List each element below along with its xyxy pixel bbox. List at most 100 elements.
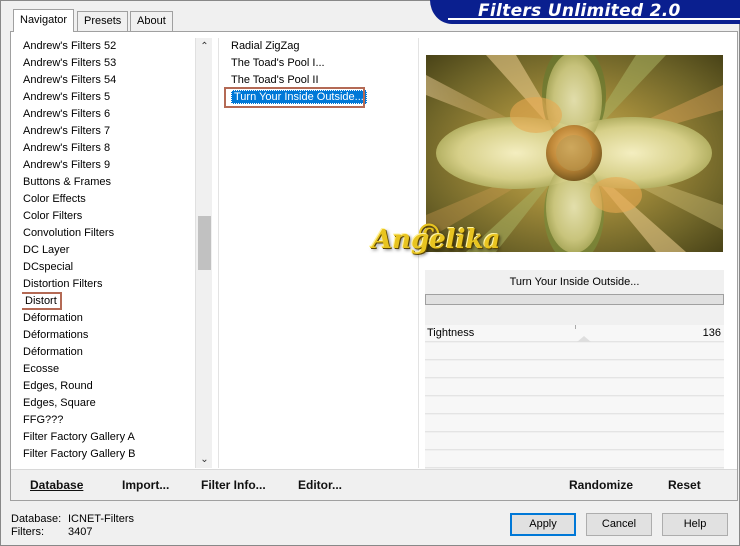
help-button[interactable]: Help — [662, 513, 728, 536]
category-item-label: Andrew's Filters 6 — [23, 108, 111, 120]
category-item[interactable]: Convolution Filters — [22, 225, 197, 242]
parameter-panel: Turn Your Inside Outside... Tightness 13… — [425, 270, 724, 495]
slider-marker-icon[interactable] — [577, 336, 591, 342]
category-item-label: Color Effects — [23, 193, 86, 205]
category-item[interactable]: Andrew's Filters 5 — [22, 89, 197, 106]
category-item[interactable]: Distort — [22, 292, 197, 310]
category-scrollbar[interactable]: ⌃ ⌄ — [195, 38, 212, 468]
category-item[interactable]: DCspecial — [22, 259, 197, 276]
category-item[interactable]: Edges, Square — [22, 395, 197, 412]
filter-item-label: Radial ZigZag — [231, 40, 300, 52]
preview-image — [426, 55, 723, 252]
apply-button[interactable]: Apply — [510, 513, 576, 536]
editor-button[interactable]: Editor... — [298, 478, 342, 492]
category-item[interactable]: Déformations — [22, 327, 197, 344]
parameter-row-empty — [425, 433, 724, 450]
parameter-header-bar — [425, 294, 724, 305]
category-item[interactable]: Andrew's Filters 52 — [22, 38, 197, 55]
parameter-row-empty — [425, 451, 724, 468]
randomize-button[interactable]: Randomize — [569, 478, 633, 492]
category-item-label: Buttons & Frames — [23, 176, 112, 188]
category-item[interactable]: Filter Factory Gallery A — [22, 429, 197, 446]
category-item-label: Andrew's Filters 7 — [23, 125, 111, 137]
category-item[interactable]: Andrew's Filters 6 — [22, 106, 197, 123]
filter-info-button[interactable]: Filter Info... — [201, 478, 266, 492]
category-item-label: Andrew's Filters 52 — [23, 40, 117, 52]
category-item-label: Andrew's Filters 53 — [23, 57, 117, 69]
bottom-toolbar: Database Import... Filter Info... Editor… — [11, 469, 737, 500]
reset-button[interactable]: Reset — [668, 478, 701, 492]
category-item[interactable]: Andrew's Filters 9 — [22, 157, 197, 174]
parameter-row-empty — [425, 379, 724, 396]
parameter-row-empty — [425, 415, 724, 432]
category-item-label: Edges, Round — [23, 380, 93, 392]
category-item-label: FFG??? — [23, 414, 64, 426]
category-item-label: Andrew's Filters 8 — [23, 142, 111, 154]
category-item[interactable]: Andrew's Filters 54 — [22, 72, 197, 89]
category-item-label: Déformation — [23, 346, 83, 358]
category-item[interactable]: Color Filters — [22, 208, 197, 225]
category-item-label: Déformations — [23, 329, 89, 341]
slider-tick — [575, 325, 576, 329]
filter-highlight-frame — [224, 87, 365, 108]
filter-item-label: The Toad's Pool II — [231, 74, 319, 86]
filter-item[interactable]: Radial ZigZag — [228, 38, 418, 55]
category-item[interactable]: Déformation — [22, 344, 197, 361]
parameter-row-empty — [425, 361, 724, 378]
category-item-label: Filter Factory Gallery A — [23, 431, 135, 443]
category-item-label: Distortion Filters — [23, 278, 103, 290]
filter-preview — [426, 55, 723, 252]
category-item[interactable]: Déformation — [22, 310, 197, 327]
filter-item[interactable]: The Toad's Pool I... — [228, 55, 418, 72]
scroll-up-icon[interactable]: ⌃ — [196, 38, 213, 55]
database-label: Database — [30, 478, 84, 492]
parameter-label: Tightness — [427, 327, 475, 339]
status-filters-value: 3407 — [68, 526, 93, 538]
category-item-label: Color Filters — [23, 210, 83, 222]
tab-navigator[interactable]: Navigator — [13, 9, 75, 32]
category-item-label: Andrew's Filters 9 — [23, 159, 111, 171]
category-item-label: Distort — [22, 292, 62, 310]
category-item-label: DCspecial — [23, 261, 74, 273]
scroll-thumb[interactable] — [198, 216, 211, 270]
tab-divider — [10, 31, 738, 32]
scroll-down-icon[interactable]: ⌄ — [196, 451, 213, 468]
import-button[interactable]: Import... — [122, 478, 169, 492]
category-item-label: Andrew's Filters 5 — [23, 91, 111, 103]
status-filters-label: Filters: — [11, 526, 44, 538]
category-item-label: Filter Factory Gallery B — [23, 448, 136, 460]
parameter-row-tightness[interactable]: Tightness 136 — [425, 325, 724, 342]
category-item[interactable]: FFG??? — [22, 412, 197, 429]
category-item[interactable]: Distortion Filters — [22, 276, 197, 293]
tab-presets[interactable]: Presets — [77, 11, 129, 31]
category-item-label: Andrew's Filters 54 — [23, 74, 117, 86]
category-item[interactable]: Andrew's Filters 53 — [22, 55, 197, 72]
category-item[interactable]: Andrew's Filters 8 — [22, 140, 197, 157]
category-item[interactable]: Edges, Round — [22, 378, 197, 395]
category-item[interactable]: DC Layer — [22, 242, 197, 259]
category-item[interactable]: Ecosse — [22, 361, 197, 378]
parameter-row-empty — [425, 343, 724, 360]
status-database-value: ICNET-Filters — [68, 513, 134, 525]
category-item[interactable]: Color Effects — [22, 191, 197, 208]
parameter-filter-name: Turn Your Inside Outside... — [509, 276, 640, 288]
watermark-text: Angelika — [372, 225, 501, 255]
category-item-label: DC Layer — [23, 244, 70, 256]
status-database-label: Database: — [11, 513, 62, 525]
category-item[interactable]: Andrew's Filters 7 — [22, 123, 197, 140]
category-item-label: Edges, Square — [23, 397, 96, 409]
category-item-label: Déformation — [23, 312, 83, 324]
category-item[interactable]: Filter Factory Gallery B — [22, 446, 197, 463]
tab-about[interactable]: About — [130, 11, 173, 31]
parameter-row-empty — [425, 397, 724, 414]
category-item-label: Convolution Filters — [23, 227, 115, 239]
app-title: Filters Unlimited 2.0 — [478, 1, 681, 21]
category-list[interactable]: Andrew's Filters 52 Andrew's Filters 53 An… — [22, 38, 197, 468]
pane-divider — [218, 38, 219, 468]
filter-item-label: The Toad's Pool I... — [231, 57, 325, 69]
category-item[interactable]: Buttons & Frames — [22, 174, 197, 191]
cancel-button[interactable]: Cancel — [586, 513, 652, 536]
database-button[interactable]: Database — [30, 478, 83, 492]
parameter-value: 136 — [702, 327, 721, 339]
category-item-label: Ecosse — [23, 363, 60, 375]
